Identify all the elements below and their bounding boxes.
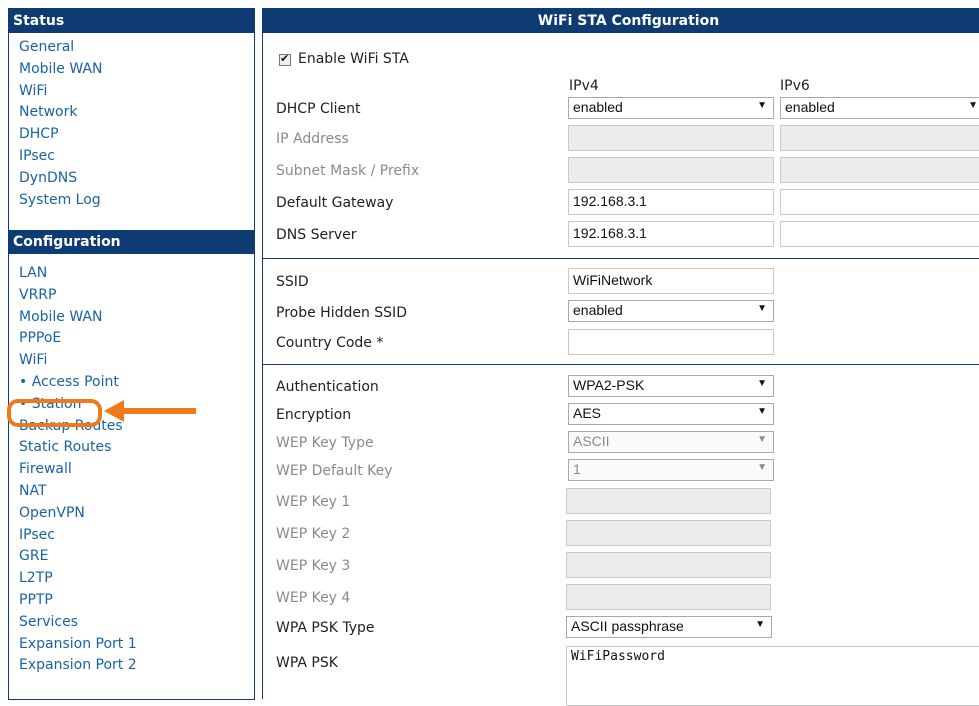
ip-address-ipv4-input — [568, 125, 774, 151]
authentication-label: Authentication — [276, 379, 379, 395]
wpa-psk-type-label: WPA PSK Type — [276, 620, 375, 636]
station-highlight-annotation — [7, 399, 196, 427]
wep-key-type-value: ASCII — [573, 433, 610, 449]
dns-server-ipv6-input[interactable] — [780, 221, 979, 247]
section-divider — [263, 364, 979, 365]
sidebar-item-ipsec[interactable]: IPsec — [19, 525, 254, 547]
sidebar-item-services[interactable]: Services — [19, 612, 254, 634]
dropdown-arrow-icon: ▼ — [757, 303, 767, 314]
wep-default-key-value: 1 — [573, 461, 581, 477]
dropdown-arrow-icon: ▼ — [757, 100, 767, 111]
default-gateway-label: Default Gateway — [276, 195, 394, 211]
wep-key-1-label: WEP Key 1 — [276, 494, 351, 510]
subnet-mask-ipv6-input — [780, 157, 979, 183]
country-code-input[interactable] — [568, 329, 774, 355]
ipv6-header: IPv6 — [780, 78, 810, 94]
subnet-mask-ipv4-input — [568, 157, 774, 183]
dns-server-ipv4-input[interactable]: 192.168.3.1 — [568, 221, 774, 247]
wpa-psk-label: WPA PSK — [276, 655, 338, 671]
enable-wifi-sta-label: Enable WiFi STA — [298, 51, 409, 67]
enable-wifi-sta-checkbox[interactable] — [279, 52, 291, 66]
wep-key-3-label: WEP Key 3 — [276, 558, 351, 574]
probe-hidden-ssid-select[interactable]: enabled ▼ — [568, 300, 774, 322]
wep-key-type-label: WEP Key Type — [276, 435, 374, 451]
wep-key-2-label: WEP Key 2 — [276, 526, 351, 542]
sidebar-item-firewall[interactable]: Firewall — [19, 459, 254, 481]
sidebar-item-expansion-port-2[interactable]: Expansion Port 2 — [19, 655, 254, 677]
wpa-psk-input[interactable]: WiFiPassword — [566, 646, 979, 706]
wpa-psk-type-select[interactable]: ASCII passphrase ▼ — [566, 616, 772, 638]
wep-key-2-input — [566, 520, 771, 546]
default-gateway-ipv4-input[interactable]: 192.168.3.1 — [568, 189, 774, 215]
sidebar-item-static-routes[interactable]: Static Routes — [19, 437, 254, 459]
encryption-label: Encryption — [276, 407, 352, 423]
sidebar-item-l2tp[interactable]: L2TP — [19, 568, 254, 590]
dhcp-client-ipv4-select[interactable]: enabled ▼ — [568, 97, 774, 119]
sidebar-item-openvpn[interactable]: OpenVPN — [19, 503, 254, 525]
subnet-mask-label: Subnet Mask / Prefix — [276, 163, 420, 179]
wep-default-key-select: 1 ▼ — [568, 459, 774, 481]
ssid-input[interactable]: WiFiNetwork — [568, 268, 774, 294]
encryption-value: AES — [573, 405, 602, 421]
country-code-label: Country Code * — [276, 335, 384, 351]
dhcp-client-ipv4-value: enabled — [573, 99, 623, 115]
ipv4-header: IPv4 — [569, 78, 599, 94]
wep-key-4-input — [566, 584, 771, 610]
dns-server-label: DNS Server — [276, 227, 357, 243]
wep-key-3-input — [566, 552, 771, 578]
ssid-label: SSID — [276, 274, 309, 290]
sidebar-item-pptp[interactable]: PPTP — [19, 590, 254, 612]
probe-hidden-ssid-value: enabled — [573, 302, 623, 318]
wep-default-key-label: WEP Default Key — [276, 463, 393, 479]
default-gateway-ipv6-input[interactable] — [780, 189, 979, 215]
sidebar-item-nat[interactable]: NAT — [19, 481, 254, 503]
wep-key-1-input — [566, 488, 771, 514]
wep-key-4-label: WEP Key 4 — [276, 590, 351, 606]
dhcp-client-label: DHCP Client — [276, 101, 361, 117]
ip-address-ipv6-input — [780, 125, 979, 151]
wifi-sta-config-panel: WiFi STA Configuration Enable WiFi STA I… — [262, 8, 979, 706]
dropdown-arrow-icon: ▼ — [757, 434, 767, 445]
authentication-value: WPA2-PSK — [573, 377, 645, 393]
section-divider — [263, 258, 979, 259]
dropdown-arrow-icon: ▼ — [968, 100, 978, 111]
wpa-psk-type-value: ASCII passphrase — [571, 618, 684, 634]
dropdown-arrow-icon: ▼ — [757, 378, 767, 389]
sidebar-item-gre[interactable]: GRE — [19, 546, 254, 568]
dropdown-arrow-icon: ▼ — [757, 406, 767, 417]
ip-address-label: IP Address — [276, 131, 349, 147]
probe-hidden-ssid-label: Probe Hidden SSID — [276, 305, 407, 321]
dhcp-client-ipv6-select[interactable]: enabled ▼ — [780, 97, 979, 119]
wep-key-type-select: ASCII ▼ — [568, 431, 774, 453]
authentication-select[interactable]: WPA2-PSK ▼ — [568, 375, 774, 397]
encryption-select[interactable]: AES ▼ — [568, 403, 774, 425]
dropdown-arrow-icon: ▼ — [757, 462, 767, 473]
sidebar-item-expansion-port-1[interactable]: Expansion Port 1 — [19, 634, 254, 656]
dhcp-client-ipv6-value: enabled — [785, 99, 835, 115]
page-title: WiFi STA Configuration — [263, 9, 979, 33]
dropdown-arrow-icon: ▼ — [755, 619, 765, 630]
